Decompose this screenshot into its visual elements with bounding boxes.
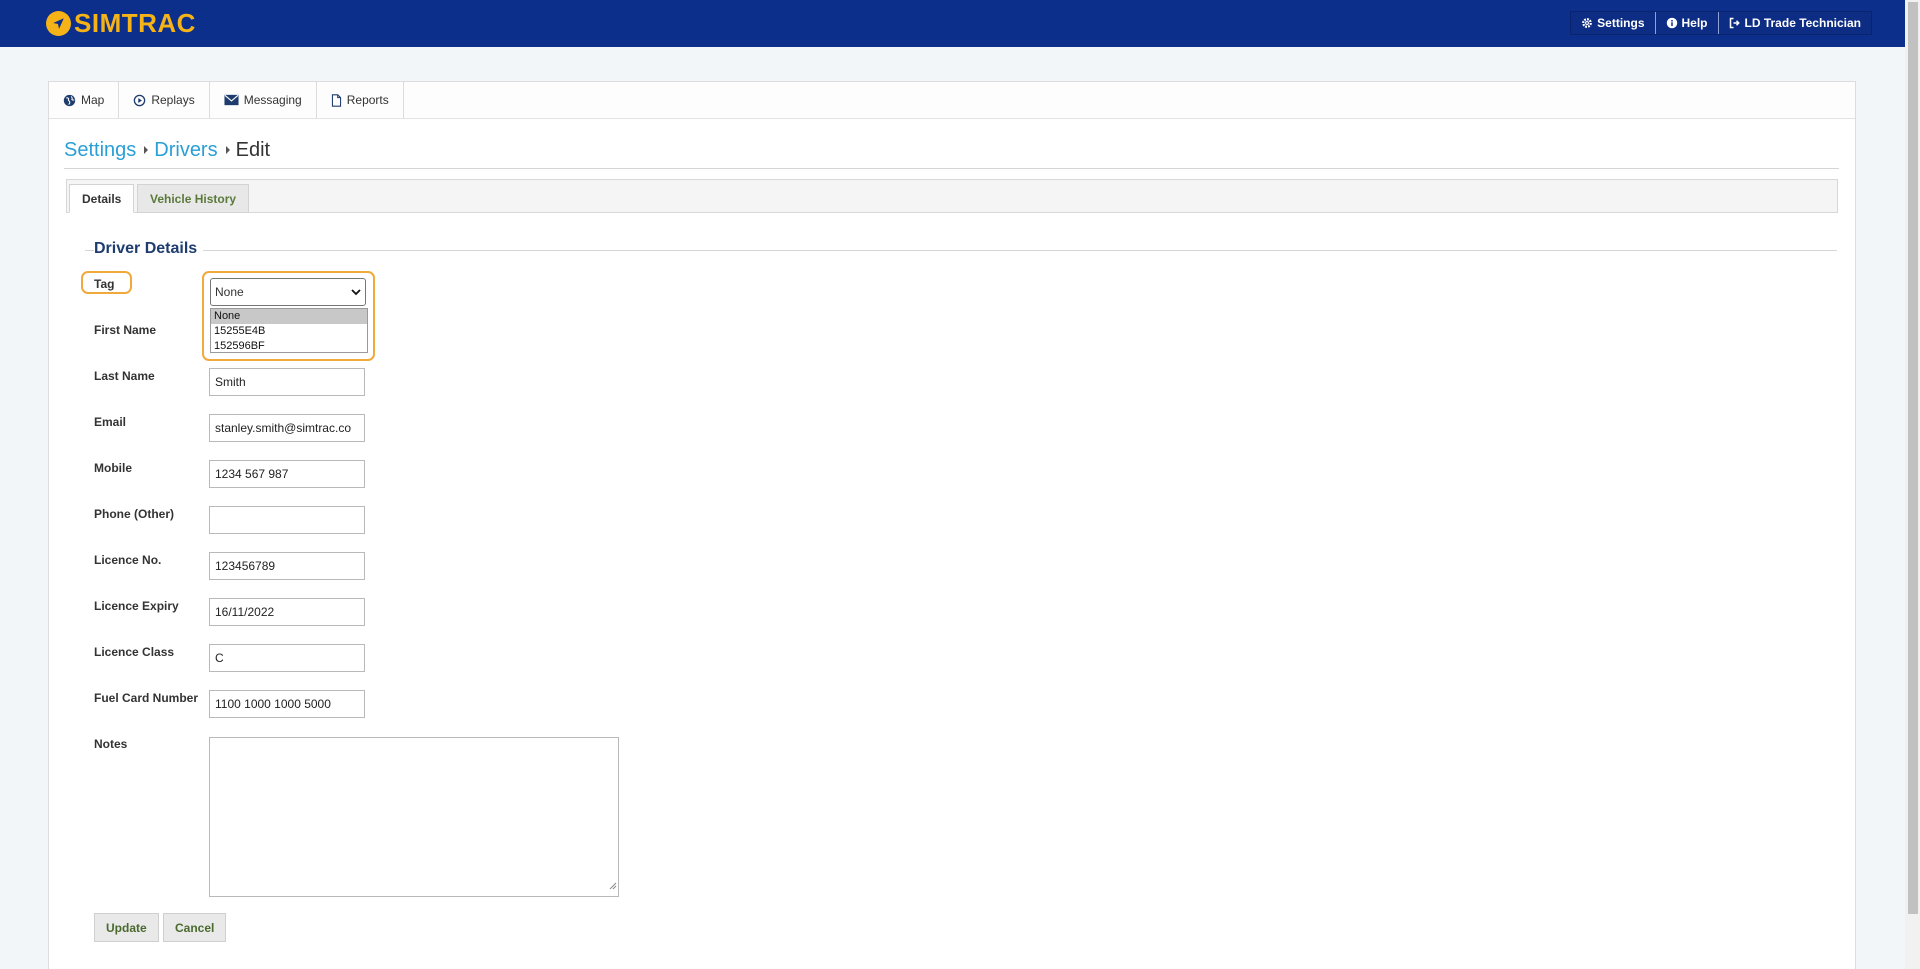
licence-no-input[interactable]: 123456789 <box>209 552 365 580</box>
scrollbar-thumb[interactable] <box>1908 2 1918 914</box>
fuel-card-input[interactable]: 1100 1000 1000 5000 <box>209 690 365 718</box>
resize-grip-icon[interactable] <box>609 877 617 895</box>
phone-other-label: Phone (Other) <box>94 507 174 521</box>
user-label: LD Trade Technician <box>1744 16 1861 30</box>
last-name-input[interactable]: Smith <box>209 368 365 396</box>
mobile-input[interactable]: 1234 567 987 <box>209 460 365 488</box>
breadcrumb-separator-icon <box>225 146 230 154</box>
gear-icon <box>1581 17 1593 29</box>
chevron-down-icon <box>351 285 361 299</box>
licence-no-label: Licence No. <box>94 553 162 567</box>
tag-dropdown-list: None 15255E4B 152596BF <box>210 308 368 353</box>
settings-button[interactable]: Settings <box>1571 12 1655 34</box>
simtrac-logo[interactable]: SIMTRAC <box>46 8 196 38</box>
last-name-label: Last Name <box>94 369 155 383</box>
section-title: Driver Details <box>94 240 204 258</box>
user-logout-button[interactable]: LD Trade Technician <box>1717 12 1871 34</box>
sign-out-icon <box>1729 17 1741 29</box>
help-label: Help <box>1681 16 1708 30</box>
phone-other-input[interactable] <box>209 506 365 534</box>
tag-option-152596bf[interactable]: 152596BF <box>211 339 367 354</box>
tab-map-label: Map <box>81 93 105 107</box>
tag-option-none[interactable]: None <box>211 309 367 324</box>
logo-text: SIMTRAC <box>74 8 196 38</box>
tab-map[interactable]: Map <box>49 82 120 118</box>
settings-label: Settings <box>1597 16 1645 30</box>
top-nav: Settings Help LD Trade Technician <box>1570 11 1872 35</box>
tab-reports[interactable]: Reports <box>317 82 404 118</box>
breadcrumb: Settings Drivers Edit <box>64 139 1839 169</box>
tab-details[interactable]: Details <box>69 184 135 213</box>
mobile-label: Mobile <box>94 461 132 475</box>
help-button[interactable]: Help <box>1654 12 1718 34</box>
breadcrumb-current: Edit <box>235 139 271 161</box>
breadcrumb-separator-icon <box>144 146 149 154</box>
fuel-card-label: Fuel Card Number <box>94 691 199 705</box>
play-circle-icon <box>133 94 146 107</box>
notes-textarea[interactable] <box>209 737 619 897</box>
tag-option-15255e4b[interactable]: 15255E4B <box>211 324 367 339</box>
file-icon <box>331 93 342 107</box>
licence-class-label: Licence Class <box>94 645 175 659</box>
tab-messaging-label: Messaging <box>243 93 302 107</box>
tab-messaging[interactable]: Messaging <box>210 82 317 118</box>
main-panel: Map Replays Messaging Reports Settings D… <box>48 81 1856 969</box>
breadcrumb-settings[interactable]: Settings <box>64 139 136 162</box>
section-divider <box>85 250 1837 251</box>
page-scrollbar[interactable] <box>1905 0 1920 969</box>
tab-vehicle-history[interactable]: Vehicle History <box>137 184 250 213</box>
tab-replays-label: Replays <box>151 93 195 107</box>
main-tabs: Map Replays Messaging Reports <box>49 82 1855 119</box>
tag-select[interactable]: None <box>210 278 366 306</box>
breadcrumb-drivers[interactable]: Drivers <box>154 139 217 162</box>
licence-expiry-input[interactable]: 16/11/2022 <box>209 598 365 626</box>
first-name-label: First Name <box>94 323 157 337</box>
licence-expiry-label: Licence Expiry <box>94 599 179 613</box>
tag-label: Tag <box>94 277 115 291</box>
envelope-icon <box>224 94 239 106</box>
sub-tabs: Details Vehicle History <box>66 179 1838 213</box>
location-arrow-icon <box>46 11 71 36</box>
tab-reports-label: Reports <box>346 93 389 107</box>
top-bar: SIMTRAC Settings Help LD Trade Technicia… <box>0 0 1920 47</box>
email-input[interactable]: stanley.smith@simtrac.co <box>209 414 365 442</box>
info-icon <box>1666 17 1678 29</box>
email-label: Email <box>94 415 127 429</box>
update-button[interactable]: Update <box>94 913 159 942</box>
notes-label: Notes <box>94 737 128 751</box>
globe-icon <box>63 94 76 107</box>
tab-replays[interactable]: Replays <box>119 82 210 118</box>
licence-class-input[interactable]: C <box>209 644 365 672</box>
tag-select-value: None <box>215 285 244 299</box>
cancel-button[interactable]: Cancel <box>163 913 227 942</box>
